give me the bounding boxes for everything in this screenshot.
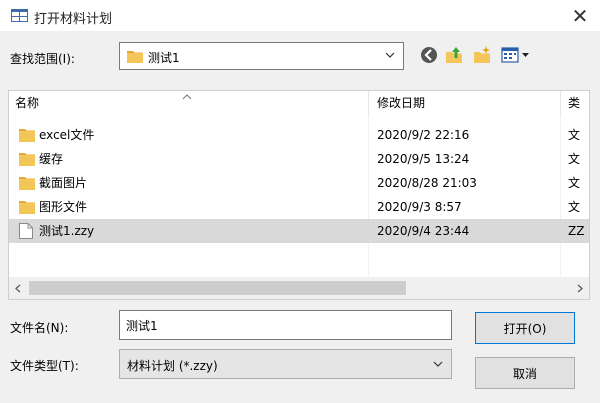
item-name: 图形文件 (39, 200, 88, 214)
item-type: ZZ (568, 224, 585, 238)
title-bar: 打开材料计划 ✕ (0, 0, 600, 31)
view-menu-icon[interactable] (500, 44, 532, 66)
folder-icon (127, 49, 143, 66)
item-date: 2020/9/2 22:16 (377, 128, 470, 142)
item-type: 文 (568, 200, 581, 214)
item-date: 2020/9/3 8:57 (377, 200, 462, 214)
cancel-button[interactable]: 取消 (475, 357, 575, 389)
column-header-type[interactable]: 类 (568, 91, 580, 115)
file-type-select[interactable]: 材料计划 (*.zzy) (119, 349, 452, 379)
item-name: 截面图片 (39, 176, 88, 190)
scroll-right-icon[interactable] (573, 280, 587, 296)
item-type: 文 (568, 152, 581, 166)
folder-icon (19, 151, 35, 169)
file-list-view[interactable]: 名称 修改日期 类 excel文件 2020/9/2 22:16 文 缓存 20… (8, 90, 590, 300)
item-name: 测试1.zzy (39, 224, 95, 238)
folder-icon (19, 199, 35, 217)
list-item[interactable]: 截面图片 2020/8/28 21:03 文 (9, 171, 589, 195)
window-title: 打开材料计划 (34, 12, 113, 27)
column-divider[interactable] (560, 91, 561, 115)
item-date: 2020/9/4 23:44 (377, 224, 470, 238)
column-divider[interactable] (368, 91, 369, 115)
back-icon[interactable] (418, 44, 440, 66)
look-in-value: 测试1 (148, 51, 180, 65)
item-date: 2020/9/5 13:24 (377, 152, 470, 166)
sort-ascending-icon (182, 91, 192, 103)
list-item[interactable]: 图形文件 2020/9/3 8:57 文 (9, 195, 589, 219)
look-in-combobox[interactable]: 测试1 (119, 42, 404, 70)
app-window-icon (11, 9, 28, 22)
folder-icon (19, 175, 35, 193)
new-folder-icon[interactable] (471, 44, 493, 66)
list-item-selected[interactable]: 测试1.zzy 2020/9/4 23:44 ZZ (9, 219, 589, 243)
file-icon (19, 223, 33, 242)
column-header-name[interactable]: 名称 (15, 91, 39, 115)
folder-icon (19, 127, 35, 145)
item-type: 文 (568, 128, 581, 142)
horizontal-scrollbar[interactable] (9, 277, 589, 299)
item-name: 缓存 (39, 152, 64, 166)
open-button[interactable]: 打开(O) (475, 312, 575, 344)
item-date: 2020/8/28 21:03 (377, 176, 477, 190)
file-name-input[interactable]: 测试1 (119, 310, 452, 340)
close-icon[interactable]: ✕ (567, 3, 593, 29)
list-item[interactable]: 缓存 2020/9/5 13:24 文 (9, 147, 589, 171)
item-type: 文 (568, 176, 581, 190)
chevron-down-icon[interactable] (383, 47, 397, 63)
look-in-label: 查找范围(I): (10, 52, 75, 66)
scrollbar-thumb[interactable] (29, 281, 406, 295)
file-type-value: 材料计划 (*.zzy) (127, 359, 218, 373)
list-item[interactable]: excel文件 2020/9/2 22:16 文 (9, 123, 589, 147)
file-type-label: 文件类型(T): (10, 359, 79, 373)
file-name-label: 文件名(N): (10, 321, 69, 335)
scroll-left-icon[interactable] (11, 280, 25, 296)
chevron-down-icon[interactable] (431, 356, 445, 372)
up-folder-icon[interactable] (443, 44, 465, 66)
item-name: excel文件 (39, 128, 95, 142)
column-header-date[interactable]: 修改日期 (377, 91, 425, 115)
